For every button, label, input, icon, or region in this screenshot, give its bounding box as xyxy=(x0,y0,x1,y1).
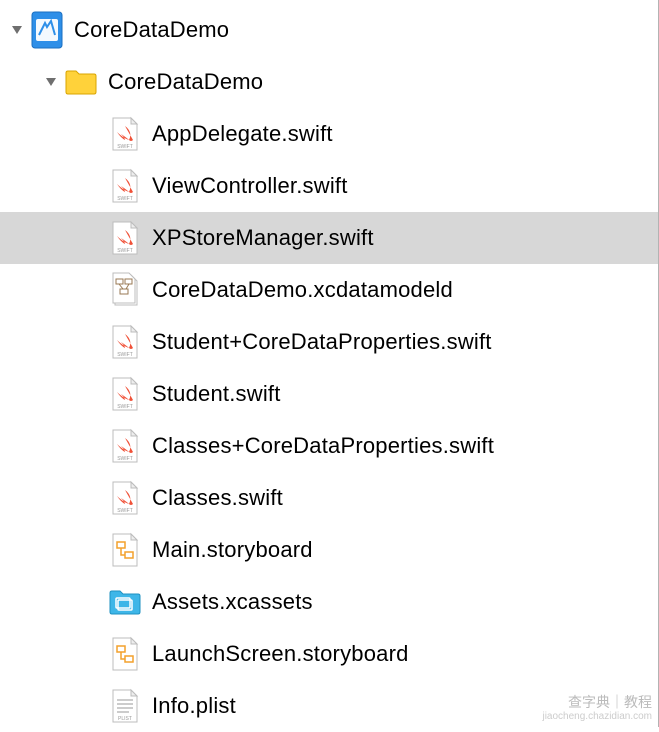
svg-text:SWIFT: SWIFT xyxy=(117,456,133,462)
tree-row-file[interactable]: SWIFT Classes+CoreDataProperties.swift xyxy=(0,420,658,472)
svg-text:SWIFT: SWIFT xyxy=(117,404,133,410)
tree-item-label: CoreDataDemo xyxy=(108,69,263,95)
tree-row-project-root[interactable]: CoreDataDemo xyxy=(0,4,658,56)
datamodel-file-icon xyxy=(108,270,142,310)
tree-item-label: Classes+CoreDataProperties.swift xyxy=(152,433,494,459)
tree-row-file-selected[interactable]: SWIFT XPStoreManager.swift xyxy=(0,212,658,264)
plist-file-icon: PLIST xyxy=(108,686,142,726)
storyboard-file-icon xyxy=(108,634,142,674)
swift-file-icon: SWIFT xyxy=(108,426,142,466)
svg-text:SWIFT: SWIFT xyxy=(117,352,133,358)
storyboard-file-icon xyxy=(108,530,142,570)
folder-icon xyxy=(64,62,98,102)
tree-item-label: Classes.swift xyxy=(152,485,283,511)
tree-item-label: CoreDataDemo.xcdatamodeld xyxy=(152,277,453,303)
tree-item-label: AppDelegate.swift xyxy=(152,121,333,147)
tree-row-file[interactable]: SWIFT Student+CoreDataProperties.swift xyxy=(0,316,658,368)
tree-item-label: Info.plist xyxy=(152,693,236,719)
tree-item-label: Student+CoreDataProperties.swift xyxy=(152,329,492,355)
svg-text:SWIFT: SWIFT xyxy=(117,144,133,150)
tree-row-file[interactable]: SWIFT Classes.swift xyxy=(0,472,658,524)
swift-file-icon: SWIFT xyxy=(108,374,142,414)
swift-file-icon: SWIFT xyxy=(108,322,142,362)
tree-item-label: LaunchScreen.storyboard xyxy=(152,641,409,667)
tree-row-file[interactable]: PLIST Info.plist xyxy=(0,680,658,732)
swift-file-icon: SWIFT xyxy=(108,478,142,518)
tree-row-file[interactable]: CoreDataDemo.xcdatamodeld xyxy=(0,264,658,316)
svg-text:SWIFT: SWIFT xyxy=(117,508,133,514)
tree-row-file[interactable]: SWIFT Student.swift xyxy=(0,368,658,420)
swift-file-icon: SWIFT xyxy=(108,218,142,258)
swift-file-icon: SWIFT xyxy=(108,166,142,206)
project-navigator: CoreDataDemo CoreDataDemo SWIFT AppDeleg… xyxy=(0,0,658,732)
tree-row-file[interactable]: SWIFT ViewController.swift xyxy=(0,160,658,212)
svg-text:SWIFT: SWIFT xyxy=(117,196,133,202)
disclosure-triangle-icon[interactable] xyxy=(8,21,26,39)
tree-row-file[interactable]: SWIFT AppDelegate.swift xyxy=(0,108,658,160)
tree-row-file[interactable]: LaunchScreen.storyboard xyxy=(0,628,658,680)
svg-text:PLIST: PLIST xyxy=(118,716,132,722)
tree-row-file[interactable]: Assets.xcassets xyxy=(0,576,658,628)
tree-item-label: Assets.xcassets xyxy=(152,589,313,615)
assets-folder-icon xyxy=(108,582,142,622)
tree-item-label: CoreDataDemo xyxy=(74,17,229,43)
svg-text:SWIFT: SWIFT xyxy=(117,248,133,254)
xcode-project-icon xyxy=(30,10,64,50)
tree-row-folder[interactable]: CoreDataDemo xyxy=(0,56,658,108)
disclosure-triangle-icon[interactable] xyxy=(42,73,60,91)
swift-file-icon: SWIFT xyxy=(108,114,142,154)
tree-item-label: Main.storyboard xyxy=(152,537,313,563)
tree-row-file[interactable]: Main.storyboard xyxy=(0,524,658,576)
tree-item-label: ViewController.swift xyxy=(152,173,348,199)
tree-item-label: Student.swift xyxy=(152,381,281,407)
tree-item-label: XPStoreManager.swift xyxy=(152,225,374,251)
